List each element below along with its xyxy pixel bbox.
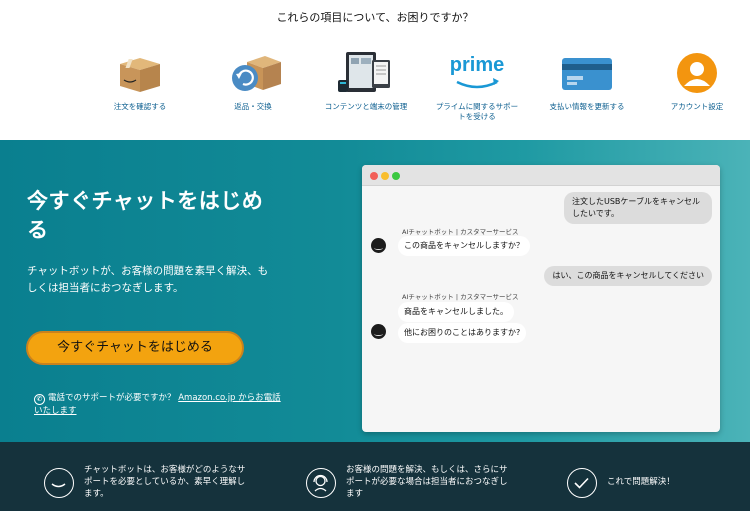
package-icon [110,50,170,96]
hero-title: 今すぐチャットをはじめる [27,189,264,242]
maximize-dot [392,172,400,180]
feature-item: これで問題解決！ [567,442,737,511]
return-box-icon [223,50,283,96]
chatbot-avatar-icon [371,324,386,339]
checkmark-icon [567,468,597,498]
topic-label: 支払い情報を更新する [549,102,625,111]
headset-agent-icon [306,468,336,498]
phone-support-text: 電話でのサポートが必要ですか？ [48,393,176,403]
topic-prime-support[interactable]: prime プライムに関するサポートを受ける [422,50,532,122]
topic-account-settings[interactable]: アカウント設定 [642,50,750,112]
topic-label: 注文を確認する [113,102,167,111]
chat-bot-label: AIチャットボット | カスタマーサービス [402,293,519,301]
prime-icon: prime [447,50,507,96]
topic-returns[interactable]: 返品・交換 [198,50,308,112]
chat-bot-message: 他にお困りのことはありますか? [398,323,527,343]
topic-label: プライムに関するサポートを受ける [435,102,519,121]
chat-bot-label: AIチャットボット | カスタマーサービス [402,228,519,236]
chat-hero-section: 今すぐチャットをはじめる チャットボットが、お客様の問題を素早く解決、もしくは担… [0,140,750,442]
devices-icon [336,50,396,96]
help-topics-section: これらの項目について、お困りですか？ 注文を確認する 返品・交換 コンテンツと端… [0,0,750,140]
topic-check-order[interactable]: 注文を確認する [85,50,195,112]
close-dot [370,172,378,180]
chatbot-avatar-icon [371,238,386,253]
chatbot-icon [44,468,74,498]
chat-user-message: 注文したUSBケーブルをキャンセルしたいです。 [564,192,712,224]
topic-label: アカウント設定 [670,102,724,111]
start-chat-button[interactable]: 今すぐチャットをはじめる [26,331,244,365]
feature-text: チャットボットは、お客様がどのようなサポートを必要としているか、素早く理解します… [84,465,246,499]
window-titlebar [362,165,720,186]
feature-text: これで問題解決！ [607,477,675,487]
chat-bot-message: 商品をキャンセルしました。 [398,302,514,322]
chat-user-message: はい、この商品をキャンセルしてください [544,266,712,286]
phone-icon: ✆ [34,394,45,405]
feature-text: お客様の問題を解決、もしくは、さらにサポートが必要な場合は担当者におつなぎします [346,465,508,499]
phone-support-note: ✆ 電話でのサポートが必要ですか？ Amazon.co.jp からお電話いたします [34,392,284,417]
topic-content-devices[interactable]: コンテンツと端末の管理 [311,50,421,112]
chat-preview-window: 注文したUSBケーブルをキャンセルしたいです。 AIチャットボット | カスタマ… [362,165,720,432]
topic-label: 返品・交換 [234,102,272,111]
feature-item: チャットボットは、お客様がどのようなサポートを必要としているか、素早く理解します… [44,442,264,511]
minimize-dot [381,172,389,180]
feature-item: お客様の問題を解決、もしくは、さらにサポートが必要な場合は担当者におつなぎします [306,442,526,511]
hero-description: チャットボットが、お客様の問題を素早く解決、もしくは担当者におつなぎします。 [27,265,269,294]
features-footer: チャットボットは、お客様がどのようなサポートを必要としているか、素早く理解します… [0,442,750,511]
topic-label: コンテンツと端末の管理 [324,102,408,111]
credit-card-icon [557,50,617,96]
topic-payment-info[interactable]: 支払い情報を更新する [532,50,642,112]
topics-title: これらの項目について、お困りですか？ [276,11,474,24]
account-icon [667,50,727,96]
chat-bot-message: この商品をキャンセルしますか？ [398,236,530,256]
